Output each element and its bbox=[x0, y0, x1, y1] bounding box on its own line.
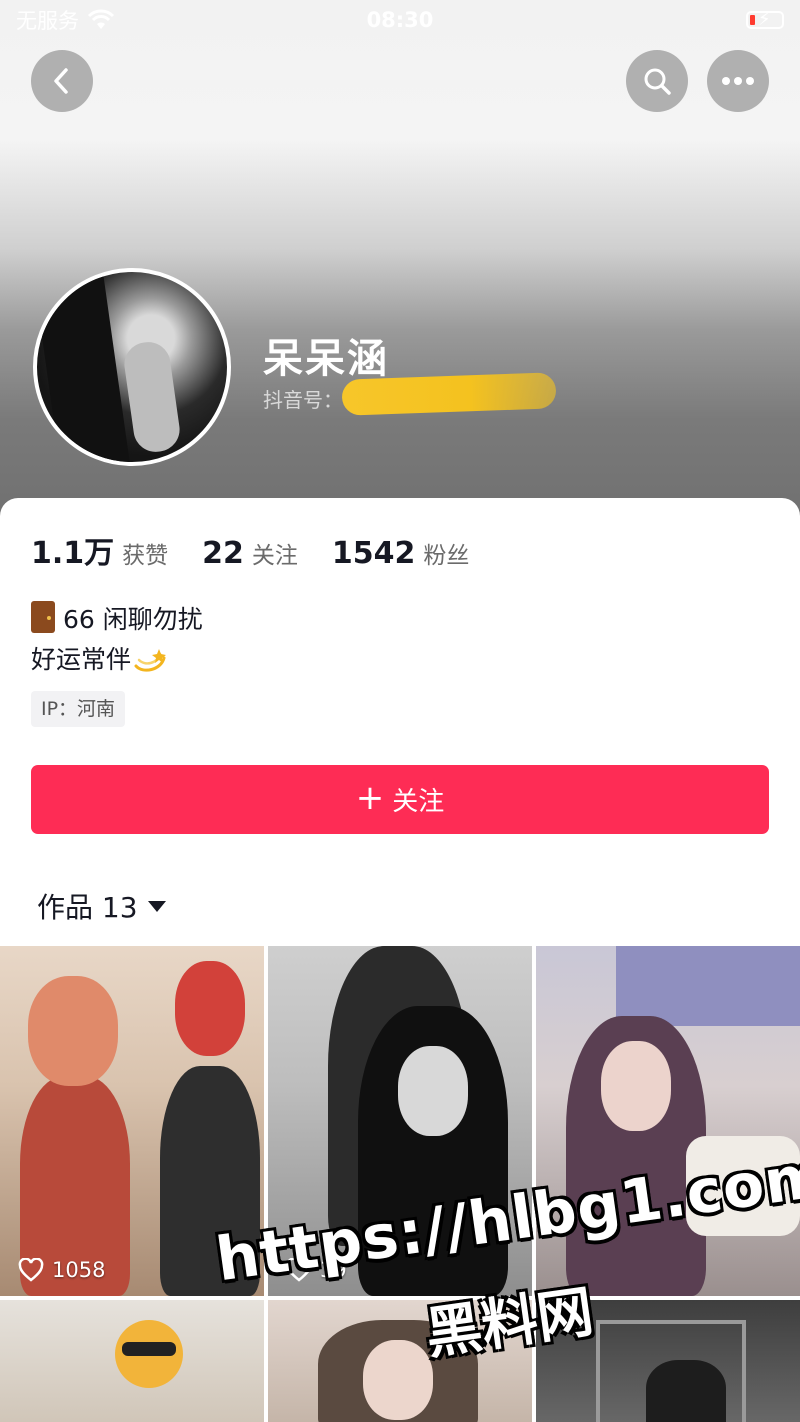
works-tab[interactable]: 作品 13 bbox=[37, 886, 166, 926]
id-redaction-mark bbox=[341, 372, 557, 416]
search-icon bbox=[644, 68, 671, 95]
followers-label[interactable]: 粉丝 bbox=[423, 536, 469, 570]
status-bar: 无服务 08:30 ⚡ bbox=[0, 0, 800, 40]
likes-count: 1.1万 bbox=[31, 536, 115, 571]
likes-label: 获赞 bbox=[122, 543, 169, 569]
following-count[interactable]: 22 bbox=[202, 536, 244, 571]
bio-line-1: 66 闲聊勿扰 bbox=[31, 600, 203, 640]
follow-button[interactable]: + 关注 bbox=[31, 765, 769, 834]
door-icon bbox=[31, 601, 55, 633]
profile-stats: 1.1万 获赞 22 关注 1542 粉丝 bbox=[31, 528, 503, 572]
plus-icon: + bbox=[355, 778, 385, 818]
follow-button-label: 关注 bbox=[392, 787, 445, 817]
works-label: 作品 13 bbox=[37, 891, 138, 924]
video-likes: 1058 bbox=[18, 1258, 105, 1282]
avatar[interactable] bbox=[33, 268, 231, 466]
bio-line-1-text: 66 闲聊勿扰 bbox=[63, 605, 203, 634]
search-button[interactable] bbox=[626, 50, 688, 112]
status-time: 08:30 bbox=[366, 8, 434, 32]
chevron-left-icon bbox=[54, 68, 68, 94]
video-thumbnail[interactable] bbox=[0, 1300, 264, 1422]
heart-outline-icon bbox=[18, 1258, 44, 1282]
following-label[interactable]: 关注 bbox=[252, 536, 298, 570]
bio-line-2: 好运常伴 bbox=[31, 640, 203, 680]
more-dots-icon bbox=[722, 77, 754, 85]
ip-location-tag: IP：河南 bbox=[31, 691, 126, 727]
bio-line-2-text: 好运常伴 bbox=[31, 645, 132, 674]
caret-down-icon bbox=[147, 900, 166, 912]
more-button[interactable] bbox=[707, 50, 769, 112]
back-button[interactable] bbox=[31, 50, 93, 112]
dizzy-star-icon bbox=[134, 649, 167, 672]
video-likes-count: 1058 bbox=[52, 1258, 106, 1282]
battery-icon: ⚡ bbox=[746, 9, 784, 30]
followers-count[interactable]: 1542 bbox=[332, 536, 416, 571]
profile-bio: 66 闲聊勿扰 好运常伴 bbox=[31, 600, 203, 680]
profile-nickname: 呆呆涵 bbox=[263, 336, 389, 382]
